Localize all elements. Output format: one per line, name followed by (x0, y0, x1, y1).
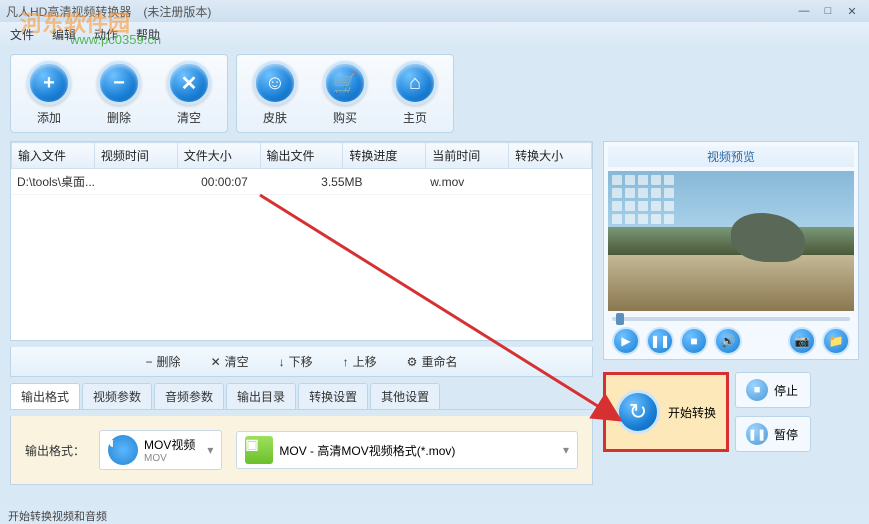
pause-convert-button[interactable]: ❚❚ 暂停 (735, 416, 811, 452)
tab-dir[interactable]: 输出目录 (226, 383, 296, 409)
arrow-down-icon: ↓ (279, 355, 285, 369)
settings-tabs: 输出格式 视频参数 音频参数 输出目录 转换设置 其他设置 (10, 383, 593, 410)
skin-button[interactable]: ☺ 皮肤 (243, 61, 307, 126)
col-current[interactable]: 当前时间 (426, 143, 509, 169)
chevron-down-icon: ▾ (563, 443, 569, 457)
play-button[interactable]: ▶ (612, 327, 640, 355)
col-input[interactable]: 输入文件 (12, 143, 95, 169)
menubar: 文件 编辑 动作 帮助 (0, 22, 869, 46)
tab-video[interactable]: 视频参数 (82, 383, 152, 409)
arrow-up-icon: ↑ (343, 355, 349, 369)
menu-edit[interactable]: 编辑 (46, 24, 82, 45)
col-size[interactable]: 文件大小 (177, 143, 260, 169)
cart-icon: 🛒 (323, 61, 367, 105)
preview-image (608, 171, 854, 311)
window-title: 凡人HD高清视频转换器 (未注册版本) (6, 3, 793, 20)
tab-format[interactable]: 输出格式 (10, 383, 80, 409)
snapshot-button[interactable]: 📷 (788, 327, 816, 355)
x-icon: ✕ (167, 61, 211, 105)
pause-icon: ❚❚ (746, 423, 768, 445)
action-up[interactable]: ↑上移 (343, 353, 377, 370)
home-icon: ⌂ (393, 61, 437, 105)
action-delete[interactable]: −删除 (146, 353, 181, 370)
close-button[interactable]: ✕ (841, 3, 863, 19)
action-clear[interactable]: ✕清空 (211, 353, 249, 370)
tab-other[interactable]: 其他设置 (370, 383, 440, 409)
minimize-button[interactable]: — (793, 3, 815, 19)
format-profile-select[interactable]: ▣ MOV - 高清MOV视频格式(*.mov) ▾ (236, 431, 578, 469)
menu-file[interactable]: 文件 (4, 24, 40, 45)
table-row[interactable]: D:\tools\桌面... 00:00:07 3.55MB w.mov (11, 169, 592, 195)
col-outsize[interactable]: 转换大小 (509, 143, 592, 169)
pause-button[interactable]: ❚❚ (646, 327, 674, 355)
action-down[interactable]: ↓下移 (279, 353, 313, 370)
gear-icon: ⚙ (407, 355, 418, 369)
menu-help[interactable]: 帮助 (130, 24, 166, 45)
output-format-label: 输出格式： (25, 442, 85, 459)
stop-convert-button[interactable]: ■ 停止 (735, 372, 811, 408)
stop-icon: ■ (746, 379, 768, 401)
toolbar-group-misc: ☺ 皮肤 🛒 购买 ⌂ 主页 (236, 54, 454, 133)
chevron-down-icon: ▾ (207, 443, 213, 457)
clear-button[interactable]: ✕ 清空 (157, 61, 221, 126)
col-output[interactable]: 输出文件 (260, 143, 343, 169)
output-panel: 输出格式： ◐ MOV视频 MOV ▾ ▣ MOV - 高清MOV视频格式(*.… (10, 416, 593, 485)
home-button[interactable]: ⌂ 主页 (383, 61, 447, 126)
preview-title: 视频预览 (608, 146, 854, 167)
minus-icon: − (146, 355, 153, 369)
plus-icon: + (27, 61, 71, 105)
titlebar: 凡人HD高清视频转换器 (未注册版本) — □ ✕ (0, 0, 869, 22)
buy-button[interactable]: 🛒 购买 (313, 61, 377, 126)
tab-convert[interactable]: 转换设置 (298, 383, 368, 409)
delete-button[interactable]: − 删除 (87, 61, 151, 126)
format-icon: ▣ (245, 436, 273, 464)
statusbar: 开始转换视频和音频 (0, 506, 869, 524)
start-convert-button[interactable]: ↻ 开始转换 (603, 372, 729, 452)
table-actions: −删除 ✕清空 ↓下移 ↑上移 ⚙重命名 (10, 347, 593, 377)
add-button[interactable]: + 添加 (17, 61, 81, 126)
tab-audio[interactable]: 音频参数 (154, 383, 224, 409)
x-icon: ✕ (211, 355, 221, 369)
preview-panel: 视频预览 ▶ ❚❚ ■ 🔊 📷 📁 (603, 141, 859, 360)
convert-arrow-icon: ↻ (616, 390, 660, 434)
minus-icon: − (97, 61, 141, 105)
stop-button[interactable]: ■ (680, 327, 708, 355)
folder-button[interactable]: 📁 (822, 327, 850, 355)
col-duration[interactable]: 视频时间 (94, 143, 177, 169)
smiley-icon: ☺ (253, 61, 297, 105)
menu-action[interactable]: 动作 (88, 24, 124, 45)
mov-icon: ◐ (108, 435, 138, 465)
seek-slider[interactable] (612, 317, 850, 321)
file-table: 输入文件 视频时间 文件大小 输出文件 转换进度 当前时间 转换大小 D:\to… (10, 141, 593, 341)
toolbar-group-file: + 添加 − 删除 ✕ 清空 (10, 54, 228, 133)
action-rename[interactable]: ⚙重命名 (407, 353, 458, 370)
col-progress[interactable]: 转换进度 (343, 143, 426, 169)
volume-button[interactable]: 🔊 (714, 327, 742, 355)
format-container-select[interactable]: ◐ MOV视频 MOV ▾ (99, 430, 222, 470)
maximize-button[interactable]: □ (817, 3, 839, 19)
